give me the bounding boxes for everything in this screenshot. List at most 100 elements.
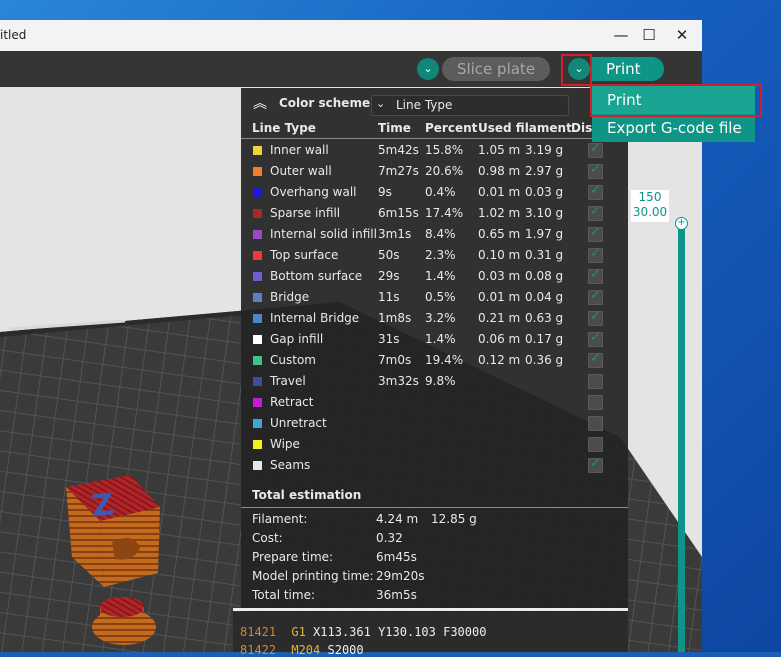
estimation-row: Filament: 4.24 m 12.85 g — [241, 509, 628, 528]
layer-slider-knob[interactable]: + — [675, 217, 688, 230]
legend-row[interactable]: Top surface 50s 2.3% 0.10 m 0.31 g ✓ — [241, 245, 628, 266]
slice-dropdown-button[interactable]: ⌄ — [417, 58, 439, 80]
column-header-percent: Percent — [425, 121, 478, 135]
print-button[interactable]: Print — [590, 57, 664, 81]
line-type-length: 1.05 m — [478, 143, 521, 157]
slice-plate-button[interactable]: Slice plate — [442, 57, 550, 81]
window-title: itled — [0, 28, 27, 42]
legend-row[interactable]: Outer wall 7m27s 20.6% 0.98 m 2.97 g ✓ — [241, 161, 628, 182]
line-type-percent: 0.5% — [425, 290, 456, 304]
line-type-name: Custom — [270, 353, 316, 367]
checkmark-icon: ✓ — [590, 225, 601, 240]
display-checkbox[interactable]: ✓ — [588, 246, 603, 263]
estimation-row: Total time: 36m5s — [241, 585, 628, 604]
legend-row[interactable]: Inner wall 5m42s 15.8% 1.05 m 3.19 g ✓ — [241, 140, 628, 161]
color-swatch — [253, 440, 262, 449]
line-type-weight: 3.19 g — [525, 143, 564, 157]
line-type-name: Internal solid infill — [270, 227, 377, 241]
checkmark-icon: ✓ — [590, 288, 601, 303]
gcode-viewer[interactable]: 81421 G1 X113.361 Y130.103 F30000 81422 … — [233, 608, 628, 657]
maximize-button[interactable]: ☐ — [632, 20, 666, 51]
line-type-weight: 0.03 g — [525, 185, 564, 199]
legend-row[interactable]: Overhang wall 9s 0.4% 0.01 m 0.03 g ✓ — [241, 182, 628, 203]
checkmark-icon: ✓ — [590, 456, 601, 471]
color-swatch — [253, 377, 262, 386]
color-swatch — [253, 356, 262, 365]
display-checkbox[interactable] — [588, 374, 603, 389]
layer-number: 150 — [638, 190, 662, 204]
estimation-label: Total time: — [252, 588, 315, 602]
legend-row[interactable]: Seams ✓ — [241, 455, 628, 476]
line-type-weight: 2.97 g — [525, 164, 564, 178]
title-bar: itled — ☐ ✕ — [0, 20, 702, 52]
gcode-line: 81421 G1 X113.361 Y130.103 F30000 — [240, 625, 487, 639]
line-type-name: Outer wall — [270, 164, 332, 178]
line-type-length: 0.01 m — [478, 290, 521, 304]
layer-slider-track[interactable] — [678, 222, 685, 652]
line-type-time: 31s — [378, 332, 400, 346]
display-checkbox[interactable]: ✓ — [588, 456, 603, 473]
legend-row[interactable]: Custom 7m0s 19.4% 0.12 m 0.36 g ✓ — [241, 350, 628, 371]
legend-row[interactable]: Wipe — [241, 434, 628, 455]
line-type-percent: 2.3% — [425, 248, 456, 262]
color-swatch — [253, 335, 262, 344]
line-type-time: 9s — [378, 185, 392, 199]
collapse-chevron-icon[interactable]: ︽ — [253, 93, 267, 113]
display-checkbox[interactable]: ✓ — [588, 162, 603, 179]
color-scheme-select[interactable]: ⌄ Line Type — [371, 95, 569, 116]
legend-row[interactable]: Sparse infill 6m15s 17.4% 1.02 m 3.10 g ✓ — [241, 203, 628, 224]
line-type-length: 0.01 m — [478, 185, 521, 199]
color-swatch — [253, 461, 262, 470]
color-scheme-value: Line Type — [396, 98, 453, 112]
line-type-name: Bottom surface — [270, 269, 363, 283]
line-type-weight: 0.08 g — [525, 269, 564, 283]
legend-row[interactable]: Travel 3m32s 9.8% — [241, 371, 628, 392]
display-checkbox[interactable]: ✓ — [588, 204, 603, 221]
display-checkbox[interactable] — [588, 416, 603, 431]
estimation-extra: 12.85 g — [431, 512, 477, 526]
line-type-name: Unretract — [270, 416, 327, 430]
color-swatch — [253, 251, 262, 260]
legend-row[interactable]: Unretract — [241, 413, 628, 434]
legend-panel: ︽ Color scheme ⌄ Line Type Line Type Tim… — [241, 88, 628, 612]
estimation-value: 4.24 m — [376, 512, 419, 526]
display-checkbox[interactable]: ✓ — [588, 183, 603, 200]
color-swatch — [253, 419, 262, 428]
display-checkbox[interactable]: ✓ — [588, 351, 603, 368]
checkmark-icon: ✓ — [590, 183, 601, 198]
menu-item-export-gcode[interactable]: Export G-code file — [592, 114, 755, 142]
display-checkbox[interactable] — [588, 395, 603, 410]
line-type-percent: 3.2% — [425, 311, 456, 325]
line-type-time: 1m8s — [378, 311, 412, 325]
legend-row[interactable]: Retract — [241, 392, 628, 413]
legend-row[interactable]: Bridge 11s 0.5% 0.01 m 0.04 g ✓ — [241, 287, 628, 308]
gcode-divider — [233, 608, 628, 611]
line-type-name: Top surface — [270, 248, 339, 262]
line-type-percent: 1.4% — [425, 332, 456, 346]
display-checkbox[interactable]: ✓ — [588, 330, 603, 347]
chevron-down-icon: ⌄ — [376, 97, 386, 110]
line-type-time: 50s — [378, 248, 400, 262]
estimation-value: 29m20s — [376, 569, 425, 583]
close-button[interactable]: ✕ — [665, 20, 699, 51]
line-type-name: Retract — [270, 395, 314, 409]
gcode-line: 81422 M204 S2000 — [240, 643, 364, 657]
display-checkbox[interactable]: ✓ — [588, 288, 603, 305]
color-swatch — [253, 272, 262, 281]
display-checkbox[interactable] — [588, 437, 603, 452]
legend-header: ︽ Color scheme ⌄ Line Type — [241, 88, 628, 118]
legend-row[interactable]: Bottom surface 29s 1.4% 0.03 m 0.08 g ✓ — [241, 266, 628, 287]
line-type-time: 3m1s — [378, 227, 412, 241]
legend-row[interactable]: Internal Bridge 1m8s 3.2% 0.21 m 0.63 g ✓ — [241, 308, 628, 329]
display-checkbox[interactable]: ✓ — [588, 225, 603, 242]
display-checkbox[interactable]: ✓ — [588, 141, 603, 158]
display-checkbox[interactable]: ✓ — [588, 267, 603, 284]
color-swatch — [253, 293, 262, 302]
legend-row[interactable]: Internal solid infill 3m1s 8.4% 0.65 m 1.97 … — [241, 224, 628, 245]
legend-row[interactable]: Gap infill 31s 1.4% 0.06 m 0.17 g ✓ — [241, 329, 628, 350]
display-checkbox[interactable]: ✓ — [588, 309, 603, 326]
total-estimation-title: Total estimation — [252, 488, 362, 502]
line-type-name: Seams — [270, 458, 311, 472]
estimation-value: 36m5s — [376, 588, 417, 602]
checkmark-icon: ✓ — [590, 141, 601, 156]
